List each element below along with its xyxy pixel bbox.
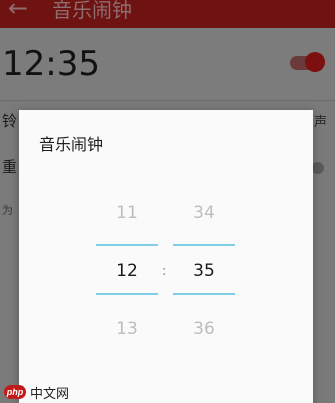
watermark-text: 中文网 bbox=[30, 385, 70, 401]
arrow-left-icon[interactable]: ← bbox=[8, 0, 28, 22]
hour-next[interactable]: 13 bbox=[96, 319, 158, 339]
minute-current[interactable]: 35 bbox=[173, 261, 235, 281]
hint-text: 为 bbox=[2, 204, 13, 217]
alarm-toggle-knob bbox=[305, 52, 325, 72]
repeat-label: 重 bbox=[2, 158, 18, 176]
divider bbox=[0, 100, 335, 101]
watermark-logo: php bbox=[4, 385, 26, 399]
hour-prev[interactable]: 11 bbox=[96, 203, 158, 223]
minute-next[interactable]: 36 bbox=[173, 319, 235, 339]
hour-current[interactable]: 12 bbox=[96, 261, 158, 281]
repeat-toggle[interactable] bbox=[312, 162, 324, 174]
watermark: php 中文网 bbox=[4, 383, 69, 401]
app-title: 音乐闹钟 bbox=[52, 0, 132, 22]
alarm-time: 12:35 bbox=[2, 44, 100, 84]
hour-selection-top-line bbox=[96, 244, 158, 246]
minute-prev[interactable]: 34 bbox=[173, 203, 235, 223]
minute-selection-top-line bbox=[173, 244, 235, 246]
ringtone-label: 铃 bbox=[2, 112, 18, 130]
minute-selection-bottom-line bbox=[173, 293, 235, 295]
dialog-title: 音乐闹钟 bbox=[39, 135, 104, 154]
time-separator: : bbox=[162, 264, 167, 279]
hour-selection-bottom-line bbox=[96, 293, 158, 295]
ringtone-value: 声 bbox=[314, 115, 328, 130]
time-picker-dialog: 音乐闹钟 11 12 13 : 34 35 36 bbox=[19, 110, 313, 403]
app-bar: ← 音乐闹钟 bbox=[0, 0, 335, 28]
